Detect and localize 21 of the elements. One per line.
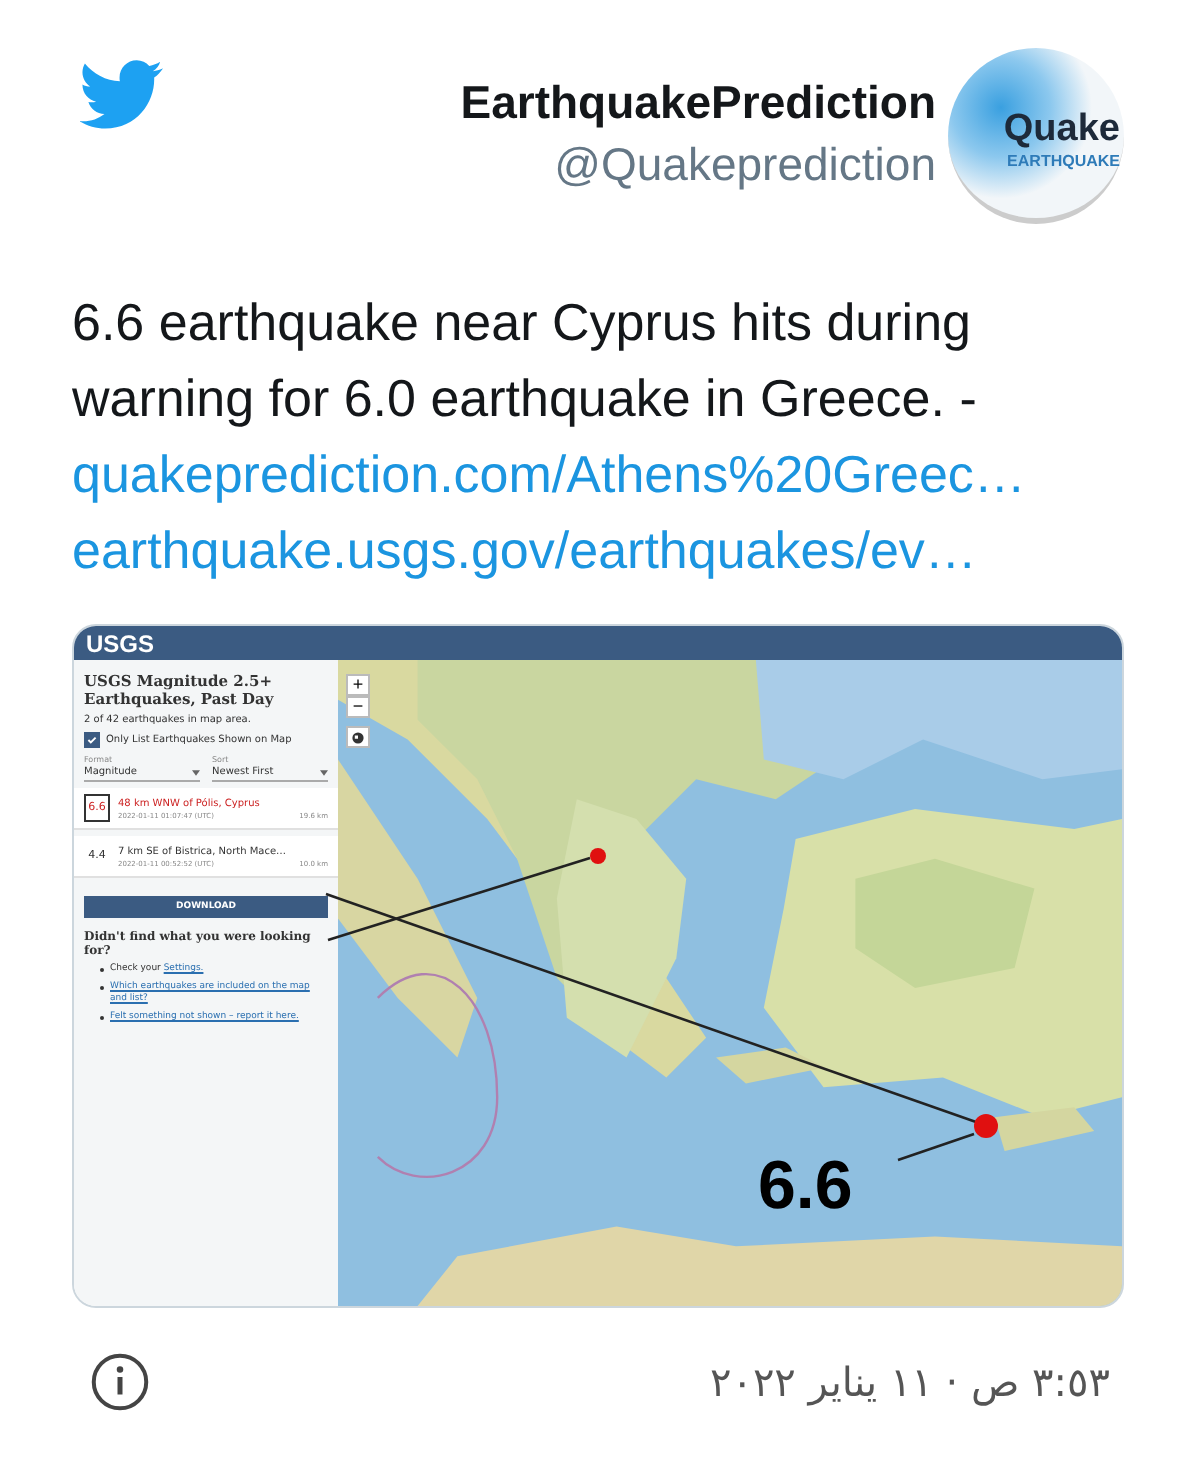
account-name[interactable]: EarthquakePrediction (460, 76, 936, 130)
info-icon[interactable] (90, 1352, 150, 1412)
bird-logo-icon (80, 60, 164, 130)
globe-icon[interactable] (346, 726, 370, 748)
tweet-text: 6.6 earthquake near Cyprus hits during warning for 6.0 earthquake in Greece. - quakeprediction.com/Athens%20Greec… earthquake.usgs.gov/earthquakes/ev… (72, 284, 1072, 588)
epicenter-marker[interactable] (974, 1114, 998, 1138)
magnitude-annotation: 6.6 (758, 1152, 853, 1220)
account-handle[interactable]: @Quakeprediction (554, 138, 936, 192)
avatar-tagline: EARTHQUAKE (1007, 152, 1120, 170)
checkbox[interactable] (84, 732, 100, 748)
caret-icon (192, 769, 200, 775)
timestamp: ٣:٥٣ ص · ١١ يناير ٢٠٢٢ (709, 1358, 1110, 1406)
zoom-out-button[interactable]: − (346, 696, 370, 718)
usgs-logo: USGS (86, 629, 155, 657)
epicenter-marker[interactable] (590, 848, 606, 864)
leader-line (897, 1132, 975, 1162)
avatar[interactable]: Quake EARTHQUAKE (948, 48, 1124, 224)
caret-icon (320, 769, 328, 775)
embedded-screenshot[interactable] (72, 624, 1124, 1308)
avatar-wordmark: Quake (1003, 108, 1120, 152)
zoom-in-button[interactable]: + (346, 674, 370, 696)
